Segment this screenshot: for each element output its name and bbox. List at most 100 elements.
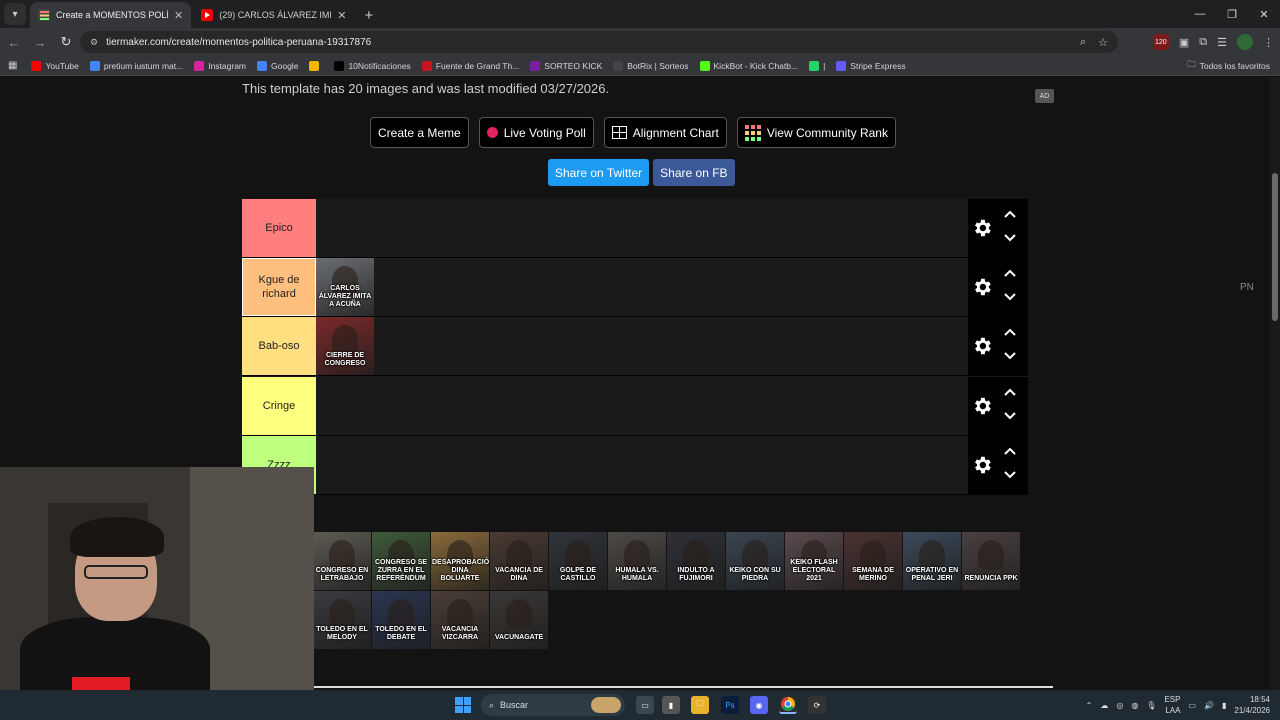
back-arrow-icon[interactable]: ← [2,35,26,50]
extensions-puzzle-icon[interactable]: ⧉ [1199,36,1207,49]
tier-image[interactable]: TOLEDO EN EL DEBATE [372,591,430,649]
alignment-chart-button[interactable]: Alignment Chart [603,117,727,148]
bookmark-item[interactable]: YouTube [31,60,79,71]
share-facebook-button[interactable]: Share on FB [653,159,735,186]
profile-avatar[interactable] [1237,34,1253,50]
gear-icon[interactable] [971,276,993,298]
tier-image[interactable]: KEIKO CON SU PIEDRA [726,532,784,590]
chevron-down-icon[interactable] [1004,409,1016,423]
tier-image[interactable]: GOLPE DE CASTILLO [549,532,607,590]
app-icon[interactable]: ⟳ [808,696,826,714]
gear-icon[interactable] [971,395,993,417]
live-voting-poll-button[interactable]: Live Voting Poll [478,117,594,148]
tier-image[interactable]: KEIKO FLASH ELECTORAL 2021 [785,532,843,590]
extension-badge-icon[interactable]: 120 [1152,34,1169,50]
tier-image[interactable]: TOLEDO EN EL MELODY [313,591,371,649]
tier-image[interactable]: RENUNCIA PPK [962,532,1020,590]
taskbar-search[interactable]: ⌕ Buscar [481,694,625,716]
page-scrollbar[interactable] [1270,77,1280,690]
chevron-down-icon[interactable] [1004,231,1016,245]
tier-image[interactable]: HUMALA VS. HUMALA [608,532,666,590]
tab-search-button[interactable]: ▾ [4,3,26,25]
scrollbar-thumb[interactable] [1272,173,1278,321]
network-icon[interactable]: ▭ [1188,701,1196,710]
reading-list-icon[interactable]: ☰ [1217,36,1227,49]
chevron-up-icon[interactable]: ⌃ [1086,701,1093,710]
tier-image[interactable]: VACUNAGATE [490,591,548,649]
tier-image[interactable]: VACANCIA VIZCARRA [431,591,489,649]
chevron-down-icon[interactable] [1004,290,1016,304]
tier-label[interactable]: Epico [242,199,316,257]
bookmark-item[interactable] [309,60,323,71]
bookmark-item[interactable]: SORTEO KICK [530,60,602,71]
extension-icon[interactable]: ▣ [1179,36,1189,49]
battery-icon[interactable]: ▮ [1222,701,1226,710]
new-tab-button[interactable]: + [364,7,373,24]
reload-icon[interactable]: ↻ [54,34,78,50]
tab-youtube[interactable]: (29) CARLOS ÁLVAREZ IMITA A ✕ [193,2,354,28]
bookmark-item[interactable]: KickBot - Kick Chatb... [699,60,798,71]
gear-icon[interactable] [971,454,993,476]
tier-image[interactable]: CARLOS ÁLVAREZ IMITA A ACUÑA [316,258,374,317]
photoshop-icon[interactable]: Ps [721,696,739,714]
close-window-icon[interactable]: ✕ [1248,0,1280,28]
address-bar[interactable]: ⚙ tiermaker.com/create/momentos-politica… [80,31,1118,53]
bookmark-item[interactable]: Instagram [194,60,246,71]
tier-image[interactable]: OPERATIVO EN PENAL JERI [903,532,961,590]
chevron-up-icon[interactable] [1004,266,1016,280]
minimize-icon[interactable]: — [1184,0,1216,28]
bookmark-item[interactable]: 10Notificaciones [334,60,411,71]
language-indicator[interactable]: ESP LAA [1164,694,1180,716]
bookmark-item[interactable]: Google [257,60,298,71]
site-info-icon[interactable]: ⚙ [90,37,98,48]
apps-grid-icon[interactable]: ▦ [8,60,17,71]
clock[interactable]: 18:54 21/4/2026 [1234,694,1270,716]
app-icon[interactable]: ▮ [662,696,680,714]
chevron-up-icon[interactable] [1004,444,1016,458]
zoom-icon[interactable]: ⌕ [1080,36,1086,49]
tier-image[interactable]: INDULTO A FUJIMORI [667,532,725,590]
forward-arrow-icon[interactable]: → [28,35,52,50]
tray-app-icon[interactable]: ◍ [1131,701,1138,710]
tier-label[interactable]: Kgue de richard [242,258,316,317]
close-tab-icon[interactable]: ✕ [337,9,346,22]
volume-icon[interactable]: 🔊 [1204,701,1214,710]
chevron-up-icon[interactable] [1004,325,1016,339]
all-bookmarks[interactable]: 🗀 Todos los favoritos [1187,56,1270,76]
tier-label[interactable]: Cringe [242,376,316,435]
discord-icon[interactable]: ◉ [750,696,768,714]
chrome-icon[interactable] [779,696,797,714]
microphone-icon[interactable]: 🎙 [1146,701,1156,710]
chevron-down-icon[interactable] [1004,349,1016,363]
chevron-up-icon[interactable] [1004,385,1016,399]
tier-label[interactable]: Bab-oso [242,317,316,376]
bookmark-item[interactable]: Stripe Express [836,60,906,71]
view-community-rank-button[interactable]: View Community Rank [736,117,896,148]
chevron-up-icon[interactable] [1004,207,1016,221]
tier-image[interactable]: CONGRESO SE ZURRA EN EL REFERÉNDUM [372,532,430,590]
bookmark-star-icon[interactable]: ☆ [1098,36,1108,49]
menu-dots-icon[interactable]: ⋮ [1263,36,1274,49]
tier-image[interactable]: SEMANA DE MERINO [844,532,902,590]
tab-tiermaker[interactable]: Create a MOMENTOS POLÍTICA ✕ [30,2,192,28]
tray-app-icon[interactable]: ☁ [1100,701,1108,710]
close-tab-icon[interactable]: ✕ [174,9,183,22]
file-explorer-icon[interactable]: 🗀 [691,696,709,714]
tier-image[interactable]: CONGRESO EN LETRABAJO [313,532,371,590]
bookmark-item[interactable]: | [809,60,825,71]
ad-badge[interactable]: AD [1035,89,1054,103]
tier-image[interactable]: CIERRE DE CONGRESO [316,317,374,376]
bookmark-item[interactable]: BotRix | Sorteos [613,60,689,71]
create-meme-button[interactable]: Create a Meme [370,117,469,148]
gear-icon[interactable] [971,217,993,239]
task-view-icon[interactable]: ▭ [636,696,654,714]
share-twitter-button[interactable]: Share on Twitter [548,159,650,186]
gear-icon[interactable] [971,335,993,357]
tier-image[interactable]: DESAPROBACIÓN DINA BOLUARTE [431,532,489,590]
bookmark-item[interactable]: pretium iustum mat... [89,60,183,71]
restore-icon[interactable]: ❐ [1216,0,1248,28]
windows-start-icon[interactable] [455,697,471,713]
bookmark-item[interactable]: Fuente de Grand Th... [421,60,519,71]
chevron-down-icon[interactable] [1004,468,1016,482]
tray-app-icon[interactable]: ◎ [1116,701,1123,710]
